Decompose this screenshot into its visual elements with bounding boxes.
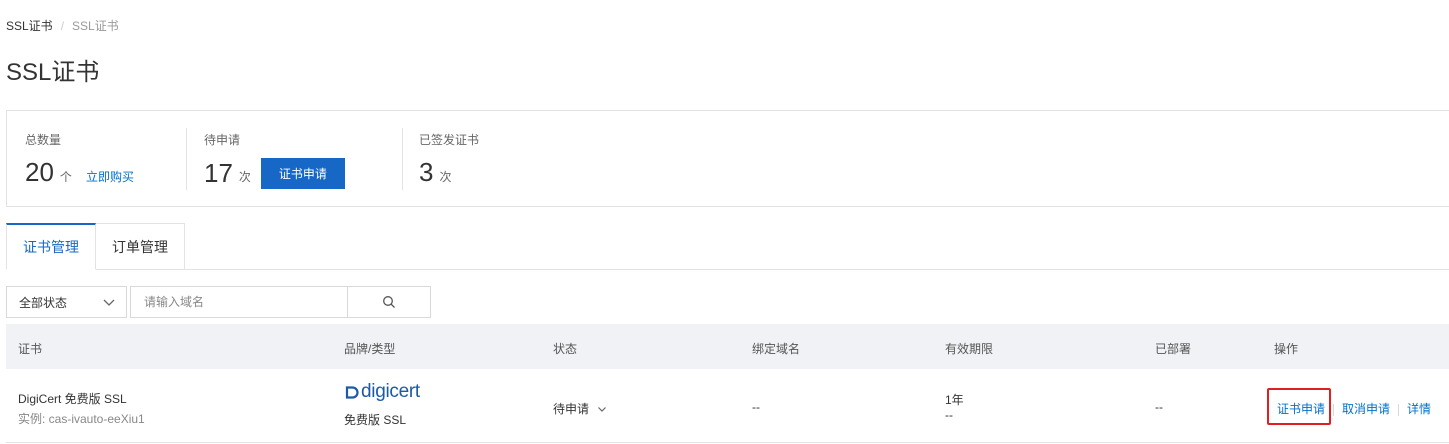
column-header-brand: 品牌/类型 [344,342,396,356]
digicert-logo-icon [345,385,359,399]
apply-certificate-link[interactable]: 证书申请 [1277,402,1325,416]
stat-issued-label: 已签发证书 [419,133,480,147]
column-header-status: 状态 [553,342,578,356]
action-separator [1398,403,1400,416]
stats-panel: 总数量 20 个 立即购买 待申请 17 次 证书申请 已签发证书 3 次 [6,110,1449,207]
stat-total-value: 20 [25,157,54,187]
column-header-actions: 操作 [1274,342,1299,356]
tab-order-management[interactable]: 订单管理 [96,223,185,270]
bound-domain: -- [752,400,760,414]
stat-divider [186,128,187,190]
brand-logo: digicert [344,381,420,403]
tabs: 证书管理 订单管理 [6,223,1449,270]
deployed-value: -- [1155,400,1163,414]
page-title: SSL证书 [6,59,100,86]
tab-certificate-management[interactable]: 证书管理 [6,223,96,270]
cancel-application-link[interactable]: 取消申请 [1342,402,1390,416]
validity-sub: -- [945,408,953,422]
stat-divider [402,128,403,190]
stat-total-value-row: 20 个 立即购买 [25,157,134,187]
buy-now-link[interactable]: 立即购买 [86,168,134,185]
brand-logo-text: digicert [361,381,420,402]
column-header-deployed: 已部署 [1155,342,1192,356]
table-row: DigiCert 免费版 SSL 实例: cas-ivauto-eeXiu1 d… [6,369,1449,443]
status-dropdown[interactable]: 待申请 [553,400,607,417]
status-value: 待申请 [553,402,590,416]
status-filter-select[interactable]: 全部状态 [6,286,127,318]
cert-instance: 实例: cas-ivauto-eeXiu1 [18,412,145,426]
details-link[interactable]: 详情 [1407,402,1431,416]
actions-cell: 证书申请 取消申请 详情 [1277,400,1431,417]
breadcrumb: SSL证书 / SSL证书 [6,17,119,34]
brand-type: 免费版 SSL [344,413,407,427]
breadcrumb-root[interactable]: SSL证书 [6,17,53,34]
search-button[interactable] [347,286,431,318]
action-separator [1333,403,1335,416]
domain-search-input[interactable] [130,286,348,318]
stat-total-label: 总数量 [25,133,62,147]
stat-issued-value: 3 [419,157,434,187]
stat-issued-unit: 次 [439,169,452,184]
stat-issued-value-row: 3 次 [419,157,451,187]
column-header-domain: 绑定域名 [752,342,801,356]
chevron-down-icon [103,299,115,306]
tabs-underline [185,269,1449,270]
table-header: 证书 品牌/类型 状态 绑定域名 有效期限 已部署 操作 [6,324,1449,369]
validity-period: 1年 [945,393,964,407]
stat-pending-value-row: 17 次 证书申请 [204,156,345,189]
status-filter-value: 全部状态 [19,295,68,310]
chevron-down-icon [598,406,606,412]
column-header-validity: 有效期限 [945,342,994,356]
apply-certificate-button[interactable]: 证书申请 [260,158,345,189]
stat-pending-label: 待申请 [204,133,241,147]
breadcrumb-current: SSL证书 [72,19,119,33]
breadcrumb-separator: / [60,18,65,33]
column-header-certificate: 证书 [18,342,43,356]
stat-pending-unit: 次 [238,170,251,184]
search-icon [383,296,395,308]
stat-total-unit: 个 [59,169,72,184]
cert-name: DigiCert 免费版 SSL [18,392,127,406]
stat-pending-value: 17 [204,157,233,188]
